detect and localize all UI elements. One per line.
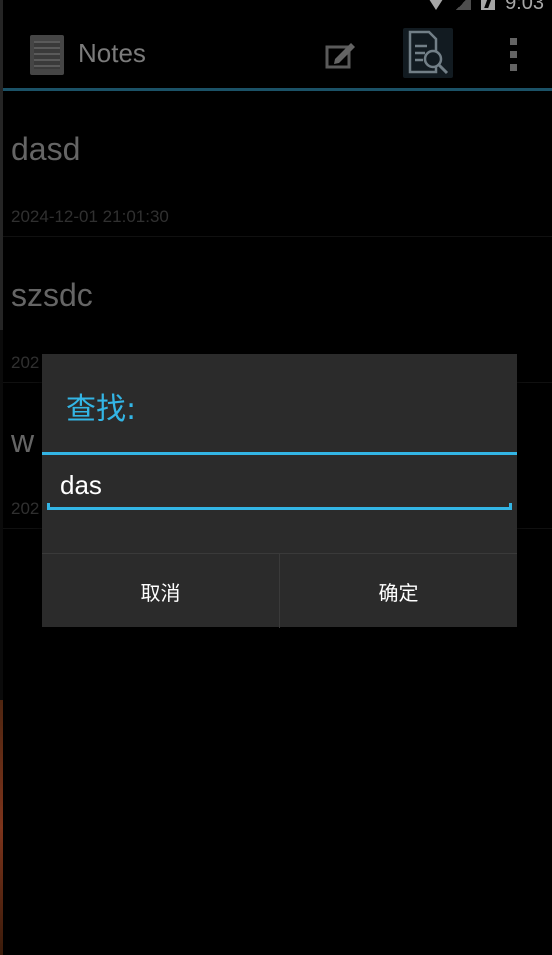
input-tick-left	[47, 503, 50, 510]
dialog-button-bar: 取消 确定	[42, 553, 517, 628]
search-dialog: 查找: das 取消 确定	[42, 354, 517, 628]
search-input-value: das	[60, 470, 102, 500]
dialog-title: 查找:	[66, 392, 137, 427]
input-underline	[47, 507, 512, 510]
dialog-title-divider	[42, 452, 517, 455]
input-tick-right	[509, 503, 512, 510]
confirm-button[interactable]: 确定	[279, 554, 517, 628]
cancel-button[interactable]: 取消	[42, 554, 279, 628]
search-input[interactable]: das	[47, 462, 512, 510]
